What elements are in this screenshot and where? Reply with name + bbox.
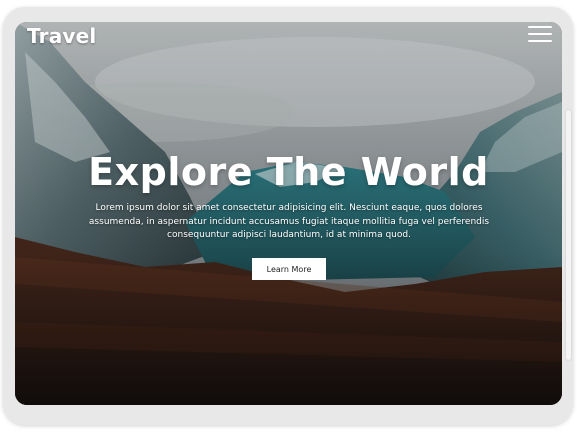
- device-side-bar: [566, 110, 571, 360]
- hero-section: Travel Explore The World Lorem ipsum dol…: [15, 22, 562, 405]
- menu-line: [528, 33, 552, 35]
- brand-logo[interactable]: Travel: [27, 24, 96, 48]
- learn-more-button[interactable]: Learn More: [252, 258, 326, 280]
- menu-line: [528, 40, 552, 42]
- menu-line: [528, 26, 552, 28]
- hero-description: Lorem ipsum dolor sit amet consectetur a…: [88, 203, 490, 240]
- hamburger-menu-icon[interactable]: [528, 24, 552, 44]
- hero-title: Explore The World: [88, 150, 489, 194]
